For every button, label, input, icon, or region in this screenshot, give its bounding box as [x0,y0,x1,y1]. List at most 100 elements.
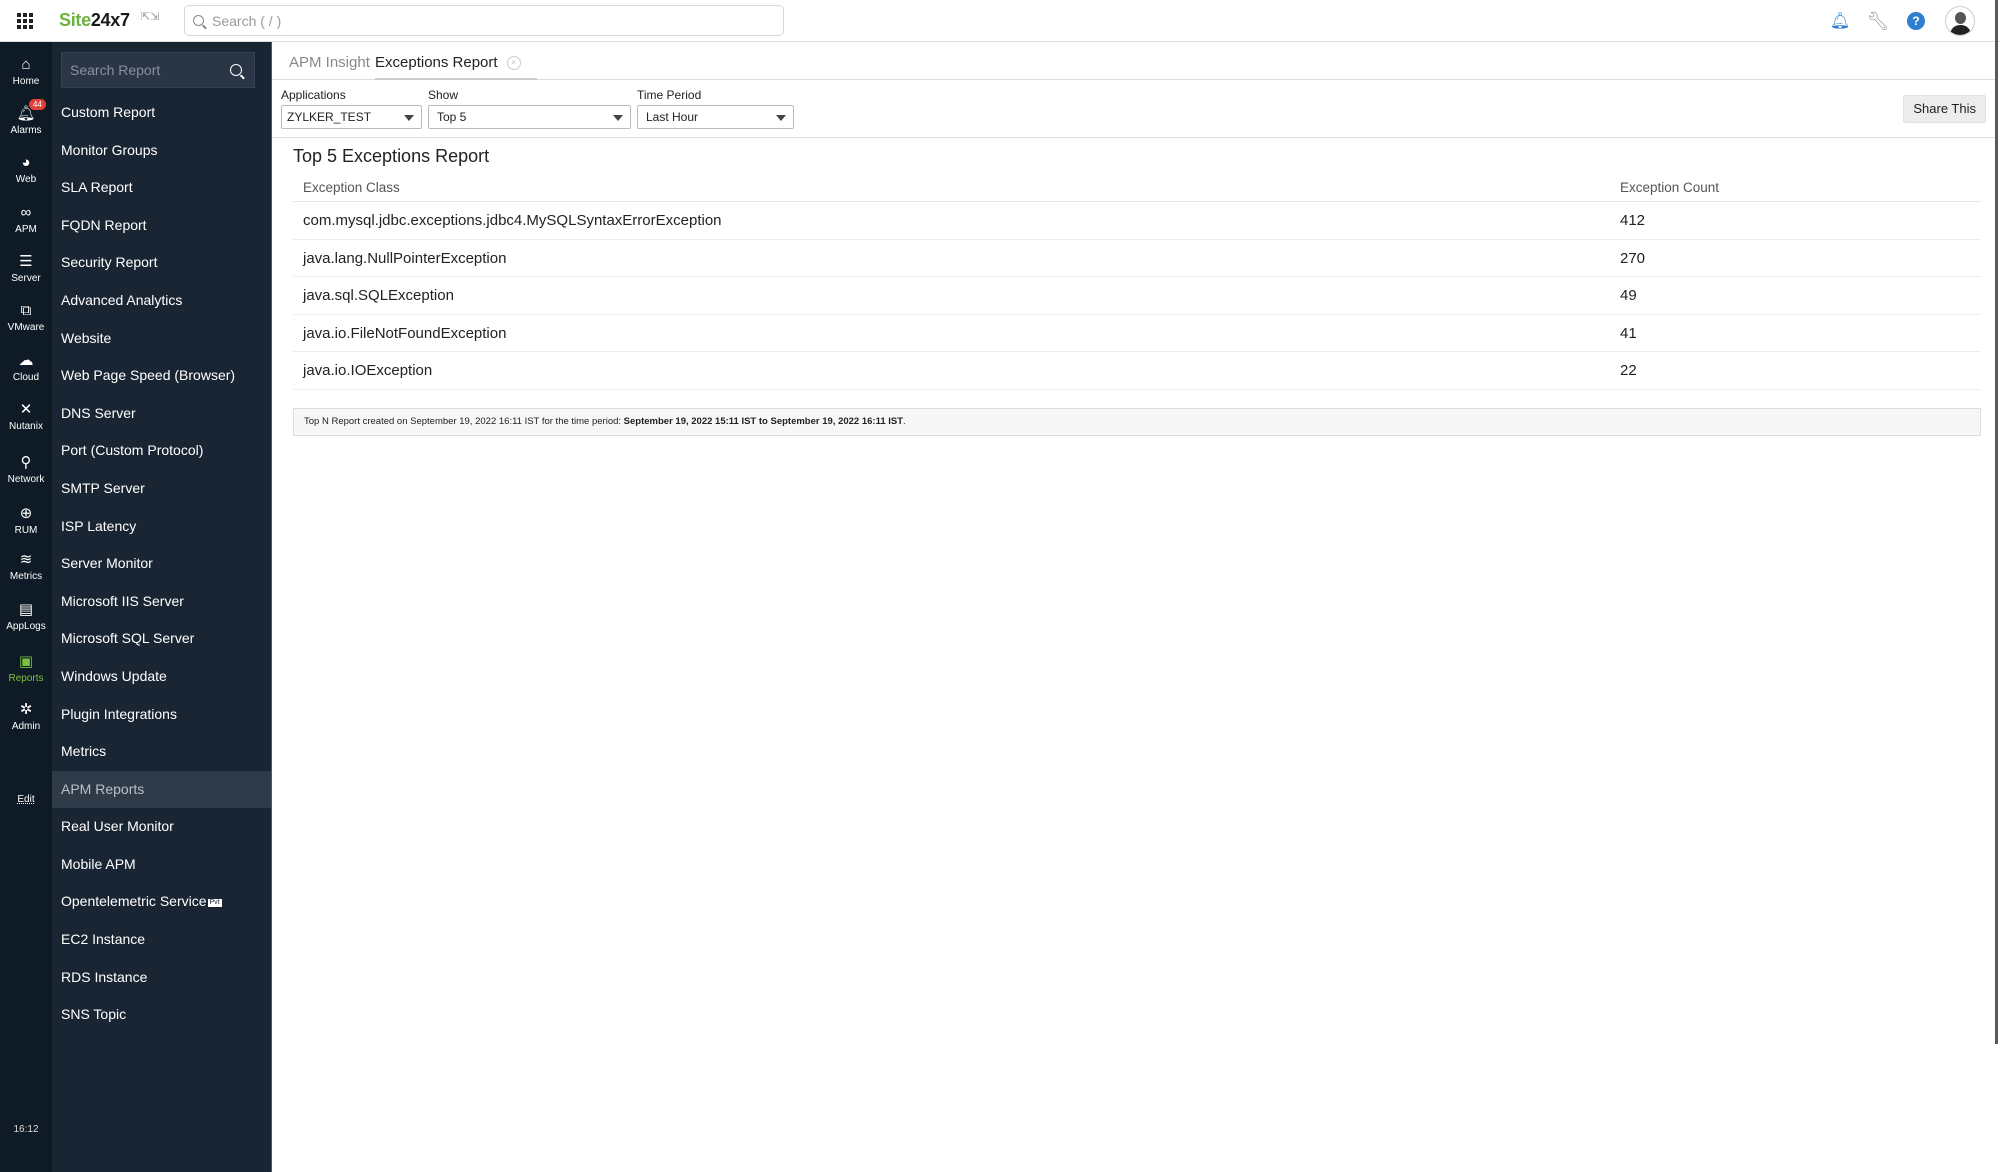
menu-item-plugin-integrations[interactable]: Plugin Integrations [52,696,271,734]
rum-icon: ⊕ [19,505,33,522]
rail-item-apm[interactable]: ∞ APM [0,204,52,235]
menu-item-port-custom-protocol[interactable]: Port (Custom Protocol) [52,432,271,470]
menu-item-isp-latency[interactable]: ISP Latency [52,508,271,546]
menu-item-security-report[interactable]: Security Report [52,244,271,282]
rail-item-applogs[interactable]: ▤ AppLogs [0,601,52,632]
wrench-icon[interactable]: 🔧︎ [1867,11,1890,31]
show-filter: Show Top 5 [428,88,631,129]
menu-item-server-monitor[interactable]: Server Monitor [52,545,271,583]
menu-item-custom-report[interactable]: Custom Report [52,94,271,132]
menu-item-label: APM Reports [61,780,145,797]
search-icon[interactable] [230,64,242,76]
exception-class-cell: java.io.IOException [303,362,433,379]
menu-item-windows-update[interactable]: Windows Update [52,658,271,696]
table-row: java.io.IOException 22 [293,352,1981,390]
tab-label: Exceptions Report [375,54,498,71]
menu-item-fqdn-report[interactable]: FQDN Report [52,207,271,245]
vertical-scrollbar[interactable] [1995,0,1998,1044]
menu-item-label: Website [61,329,112,346]
rail-item-metrics[interactable]: ≋ Metrics [0,551,52,582]
time-period-select[interactable]: Last Hour [637,105,794,129]
rail-item-label: RUM [14,525,38,536]
time-period-filter: Time Period Last Hour [637,88,794,129]
share-this-button[interactable]: Share This [1903,95,1986,123]
rail-item-label: Web [15,174,37,185]
menu-item-rds-instance[interactable]: RDS Instance [52,959,271,997]
reports-icon: ▣ [18,653,34,670]
table-row: java.io.FileNotFoundException 41 [293,315,1981,352]
tab-bar: APM Insight Exceptions Report × [272,42,1997,80]
bell-icon[interactable]: 🔔︎ [1830,12,1850,30]
column-header-exception-class[interactable]: Exception Class [303,173,400,203]
tab-apm-insight[interactable]: APM Insight [289,54,370,71]
table-row: java.sql.SQLException 49 [293,277,1981,315]
menu-item-label: Microsoft SQL Server [61,630,195,647]
menu-item-monitor-groups[interactable]: Monitor Groups [52,132,271,170]
rail-item-network[interactable]: ⚲ Network [0,454,52,485]
close-icon[interactable]: × [506,56,521,71]
global-search[interactable] [184,5,784,36]
rail-item-admin[interactable]: ✲ Admin [0,701,52,732]
menu-item-opentelemetric-service[interactable]: Opentelemetric Service Pvt [52,883,271,921]
help-icon[interactable]: ? [1907,12,1925,30]
menu-item-apm-reports[interactable]: APM Reports [52,770,271,809]
report-search[interactable] [61,52,255,88]
menu-item-ec2-instance[interactable]: EC2 Instance [52,921,271,959]
menu-item-label: Custom Report [61,104,156,120]
applications-label: Applications [281,88,346,102]
rail-item-rum[interactable]: ⊕ RUM [0,505,52,536]
menu-item-label: FQDN Report [61,216,147,233]
menu-item-label: Windows Update [61,667,167,684]
show-label: Show [428,88,459,102]
footer-to-word: to [756,416,771,427]
menu-item-sns-topic[interactable]: SNS Topic [52,996,271,1034]
menu-item-web-page-speed-browser[interactable]: Web Page Speed (Browser) [52,357,271,395]
column-header-exception-count[interactable]: Exception Count [1620,173,1719,203]
rail-item-home[interactable]: ⌂ Home [0,56,52,87]
expand-icon[interactable]: ⇱⇲ [141,12,159,23]
vmware-icon: ⧉ [20,302,32,319]
table-row: com.mysql.jdbc.exceptions.jdbc4.MySQLSyn… [293,202,1981,240]
rail-item-label: Nutanix [9,421,43,432]
report-footer-note: Top N Report created on September 19, 20… [293,408,1981,436]
layers-icon: ≋ [19,551,33,568]
menu-item-microsoft-iis-server[interactable]: Microsoft IIS Server [52,583,271,621]
menu-item-microsoft-sql-server[interactable]: Microsoft SQL Server [52,620,271,658]
menu-item-real-user-monitor[interactable]: Real User Monitor [52,808,271,846]
report-search-input[interactable] [70,62,230,78]
applications-select[interactable]: ZYLKER_TEST [281,105,422,129]
globe-icon: ◕ [21,154,31,171]
menu-item-metrics[interactable]: Metrics [52,733,271,771]
show-select[interactable]: Top 5 [428,105,631,129]
menu-item-smtp-server[interactable]: SMTP Server [52,470,271,508]
menu-item-label: SMTP Server [61,479,145,496]
tab-exceptions-report[interactable]: Exceptions Report × [375,54,537,80]
menu-item-advanced-analytics[interactable]: Advanced Analytics [52,282,271,320]
exception-count-cell: 41 [1620,324,1637,342]
avatar[interactable] [1945,6,1975,36]
rail-item-reports[interactable]: ▣ Reports [0,653,52,684]
exception-class-cell: java.io.FileNotFoundException [303,324,507,342]
menu-item-label: SLA Report [61,179,133,196]
main-content: APM Insight Exceptions Report × Applicati… [271,42,1997,1172]
site24x7-logo[interactable]: Site24x7 [59,10,130,31]
menu-item-dns-server[interactable]: DNS Server [52,395,271,433]
menu-item-website[interactable]: Website [52,320,271,358]
rail-item-label: Alarms [10,125,42,136]
rail-item-server[interactable]: ☰ Server [0,253,52,284]
report-title: Top 5 Exceptions Report [293,146,490,166]
rail-item-web[interactable]: ◕ Web [0,154,52,185]
global-search-input[interactable] [212,12,752,29]
menu-item-sla-report[interactable]: SLA Report [52,169,271,207]
apps-grid-icon[interactable] [17,13,35,29]
applications-value: ZYLKER_TEST [287,110,372,124]
rail-item-vmware[interactable]: ⧉ VMware [0,302,52,333]
menu-item-mobile-apm[interactable]: Mobile APM [52,846,271,884]
rail-item-nutanix[interactable]: ✕ Nutanix [0,401,52,432]
applications-filter: Applications ZYLKER_TEST [281,88,422,129]
rail-item-cloud[interactable]: ☁ Cloud [0,352,52,383]
rail-item-alarms[interactable]: 🔔︎ Alarms 44 [0,99,52,136]
exception-class-cell: java.sql.SQLException [303,287,454,304]
rail-item-label: Server [11,273,41,284]
rail-edit-link[interactable]: Edit [0,794,52,805]
